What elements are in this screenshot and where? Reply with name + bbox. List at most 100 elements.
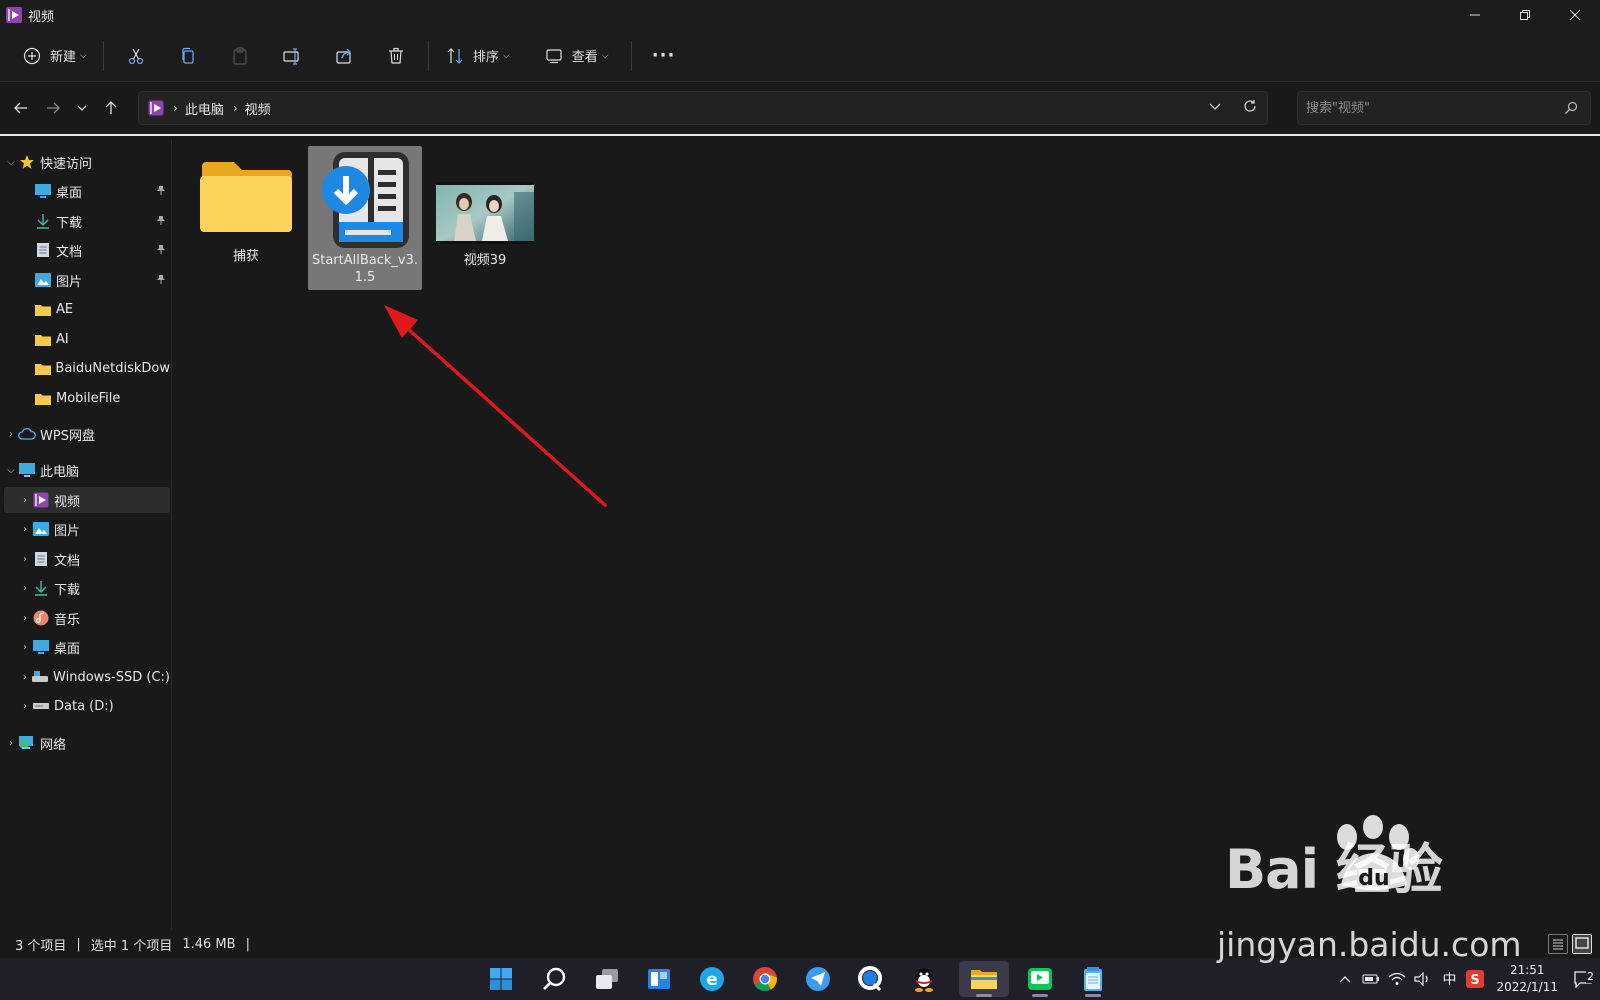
collapsed-chevron-icon[interactable]: › bbox=[4, 429, 18, 440]
address-dropdown-icon[interactable] bbox=[1209, 100, 1221, 116]
notepad-button[interactable] bbox=[1073, 961, 1113, 997]
search-input[interactable] bbox=[1306, 100, 1546, 116]
sidebar-item-drive-d[interactable]: › Data (D:) bbox=[4, 693, 170, 719]
sidebar-item-videos[interactable]: › 视频 bbox=[4, 487, 170, 513]
video-folder-icon bbox=[148, 100, 164, 116]
copy-button[interactable] bbox=[162, 38, 214, 74]
collapsed-chevron-icon[interactable]: › bbox=[18, 495, 32, 506]
start-button[interactable] bbox=[481, 961, 521, 997]
show-hidden-icons-chevron-icon[interactable] bbox=[1332, 975, 1358, 983]
clock[interactable]: 21:51 2022/1/11 bbox=[1496, 962, 1558, 996]
sidebar-item-label: Windows-SSD (C:) bbox=[53, 669, 170, 685]
breadcrumb-this-pc[interactable]: 此电脑 bbox=[185, 99, 224, 118]
qq-button[interactable] bbox=[904, 961, 944, 997]
sort-button[interactable]: 排序 ⌵ bbox=[435, 38, 520, 74]
sidebar-item-label: 此电脑 bbox=[40, 464, 80, 480]
restore-button[interactable] bbox=[1500, 0, 1550, 30]
sidebar-item-drive-c[interactable]: › Windows-SSD (C:) bbox=[4, 664, 170, 690]
network-icon bbox=[18, 734, 36, 752]
share-button[interactable] bbox=[318, 38, 370, 74]
sidebar-item-ai[interactable]: AI bbox=[4, 326, 170, 352]
breadcrumb-videos[interactable]: 视频 bbox=[245, 99, 271, 118]
battery-plug-icon[interactable] bbox=[1358, 973, 1384, 985]
sidebar-item-pc-documents[interactable]: › 文档 bbox=[4, 546, 170, 572]
widgets-button[interactable] bbox=[639, 961, 679, 997]
sidebar-item-music[interactable]: › 音乐 bbox=[4, 605, 170, 631]
sidebar-item-downloads[interactable]: 下载 bbox=[4, 208, 170, 234]
feishu-button[interactable] bbox=[798, 961, 838, 997]
folder-icon bbox=[34, 389, 52, 407]
volume-icon[interactable] bbox=[1410, 972, 1436, 986]
delete-button[interactable] bbox=[370, 38, 422, 74]
document-icon bbox=[32, 550, 50, 568]
qq-browser-button[interactable] bbox=[851, 961, 891, 997]
wifi-icon[interactable] bbox=[1384, 972, 1410, 986]
sidebar-item-label: MobileFile bbox=[56, 390, 121, 406]
share-icon bbox=[336, 48, 351, 64]
new-button[interactable]: 新建 ⌵ bbox=[12, 38, 97, 74]
view-label: 查看 bbox=[571, 50, 598, 65]
iqiyi-button[interactable] bbox=[1020, 961, 1060, 997]
close-button[interactable] bbox=[1550, 0, 1600, 30]
collapsed-chevron-icon[interactable]: › bbox=[4, 738, 18, 749]
forward-button[interactable] bbox=[37, 92, 69, 124]
sidebar-item-quick-access[interactable]: ⌵ 快速访问 bbox=[4, 149, 170, 175]
sidebar-item-desktop[interactable]: 桌面 bbox=[4, 178, 170, 204]
view-button[interactable]: 查看 ⌵ bbox=[534, 38, 619, 74]
sidebar-item-documents[interactable]: 文档 bbox=[4, 237, 170, 263]
file-item-video[interactable]: 视频39 bbox=[428, 146, 542, 290]
folder-icon bbox=[34, 300, 52, 318]
video-folder-icon bbox=[6, 7, 22, 23]
chrome-button[interactable] bbox=[745, 961, 785, 997]
sidebar-item-pc-desktop[interactable]: › 桌面 bbox=[4, 634, 170, 660]
video-folder-icon bbox=[32, 491, 50, 509]
startallback-app-icon bbox=[322, 152, 409, 248]
collapsed-chevron-icon[interactable]: › bbox=[18, 701, 32, 712]
breadcrumb-chevron-icon: › bbox=[173, 101, 178, 115]
collapsed-chevron-icon[interactable]: › bbox=[18, 613, 32, 624]
back-button[interactable] bbox=[5, 92, 37, 124]
collapsed-chevron-icon[interactable]: › bbox=[18, 642, 32, 653]
notification-center-icon[interactable]: 2 bbox=[1566, 970, 1600, 988]
up-button[interactable] bbox=[95, 92, 127, 124]
download-arrow-icon bbox=[34, 212, 52, 230]
collapsed-chevron-icon[interactable]: › bbox=[18, 672, 32, 683]
more-label: ··· bbox=[651, 45, 676, 66]
search-box[interactable] bbox=[1297, 91, 1591, 125]
address-bar[interactable]: › 此电脑 › 视频 bbox=[138, 91, 1268, 125]
more-options-button[interactable]: ··· bbox=[638, 38, 690, 74]
refresh-icon[interactable] bbox=[1243, 99, 1257, 117]
minimize-button[interactable] bbox=[1450, 0, 1500, 30]
taskbar-search-button[interactable] bbox=[534, 961, 574, 997]
sidebar-item-wps-cloud[interactable]: › WPS网盘 bbox=[4, 421, 170, 447]
status-divider: | bbox=[76, 936, 81, 952]
sidebar-item-pictures[interactable]: 图片 bbox=[4, 267, 170, 293]
rename-button[interactable] bbox=[266, 38, 318, 74]
edge-browser-button[interactable]: e bbox=[692, 961, 732, 997]
sidebar-item-baidunetdisk[interactable]: BaiduNetdiskDow bbox=[4, 355, 170, 381]
sogou-ime-icon[interactable]: S bbox=[1462, 970, 1488, 988]
file-item-folder[interactable]: 捕获 bbox=[189, 146, 303, 290]
collapsed-chevron-icon[interactable]: › bbox=[18, 583, 32, 594]
cut-button[interactable] bbox=[110, 38, 162, 74]
pin-icon bbox=[156, 214, 166, 229]
sidebar-item-mobilefile[interactable]: MobileFile bbox=[4, 385, 170, 411]
collapsed-chevron-icon[interactable]: › bbox=[18, 524, 32, 535]
details-view-button[interactable] bbox=[1548, 934, 1568, 954]
collapsed-chevron-icon[interactable]: › bbox=[18, 554, 32, 565]
sidebar-item-pc-downloads[interactable]: › 下载 bbox=[4, 575, 170, 601]
sidebar-item-ae[interactable]: AE bbox=[4, 296, 170, 322]
expanded-chevron-icon[interactable]: ⌵ bbox=[4, 465, 18, 476]
file-explorer-button[interactable] bbox=[959, 961, 1009, 997]
recent-locations-button[interactable] bbox=[69, 92, 95, 124]
paste-button[interactable] bbox=[214, 38, 266, 74]
task-view-button[interactable] bbox=[587, 961, 627, 997]
sidebar-item-network[interactable]: › 网络 bbox=[4, 730, 170, 756]
file-item-installer[interactable]: StartAllBack_v3.1.5 bbox=[308, 146, 422, 290]
ime-indicator[interactable]: 中 bbox=[1436, 969, 1462, 989]
sidebar-item-this-pc[interactable]: ⌵ 此电脑 bbox=[4, 457, 170, 483]
expanded-chevron-icon[interactable]: ⌵ bbox=[4, 157, 18, 168]
large-icons-view-button[interactable] bbox=[1572, 934, 1592, 954]
sidebar-item-pc-pictures[interactable]: › 图片 bbox=[4, 516, 170, 542]
running-app-indicator bbox=[1085, 994, 1101, 997]
